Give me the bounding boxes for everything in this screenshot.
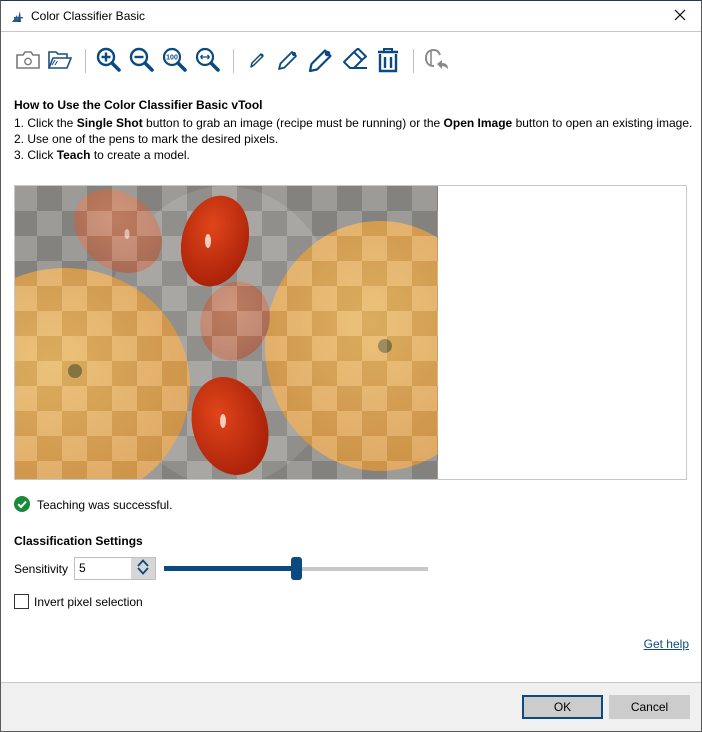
highlight [205, 234, 211, 248]
status-text: Teaching was successful. [37, 498, 173, 512]
pen-large-icon [308, 47, 334, 76]
slider-fill [164, 566, 296, 571]
teach-button[interactable] [422, 46, 452, 76]
delete-button[interactable] [373, 46, 403, 76]
pen-large-button[interactable] [306, 46, 336, 76]
slider-thumb[interactable] [291, 557, 302, 580]
open-image-button[interactable] [45, 46, 75, 76]
ok-button[interactable]: OK [522, 695, 603, 719]
highlight [220, 414, 226, 428]
zoom-100-button[interactable]: 100 [160, 46, 190, 76]
classified-image[interactable] [15, 186, 438, 479]
toolbar-separator [85, 49, 86, 73]
close-button[interactable] [665, 3, 695, 29]
sensitivity-stepper[interactable] [131, 558, 155, 579]
eraser-icon [341, 47, 369, 75]
pen-medium-button[interactable] [273, 46, 303, 76]
checkbox-box[interactable] [14, 594, 29, 609]
zoom-in-icon [96, 47, 122, 76]
status-message: Teaching was successful. [14, 495, 173, 515]
instruction-step: 1. Click the Single Shot button to grab … [14, 116, 693, 130]
toolbar-separator [233, 49, 234, 73]
classification-settings-title: Classification Settings [14, 534, 143, 548]
single-shot-button[interactable] [13, 46, 43, 76]
eraser-button[interactable] [340, 46, 370, 76]
pen-small-icon [246, 49, 268, 74]
dialog-window: Color Classifier Basic 100 How to Use th… [0, 0, 702, 732]
zoom-out-icon [129, 47, 155, 76]
dialog-footer: OK Cancel [1, 682, 701, 731]
zoom-100-icon: 100 [162, 47, 188, 76]
sensitivity-slider[interactable] [164, 557, 428, 581]
instructions: How to Use the Color Classifier Basic vT… [14, 97, 692, 163]
instructions-heading: How to Use the Color Classifier Basic vT… [14, 98, 263, 112]
invert-pixel-selection-label: Invert pixel selection [34, 594, 143, 609]
up-down-chevron-icon [136, 558, 150, 579]
image-viewer[interactable] [14, 185, 687, 480]
zoom-out-button[interactable] [127, 46, 157, 76]
cancel-button[interactable]: Cancel [609, 695, 690, 719]
instruction-step: 2. Use one of the pens to mark the desir… [14, 132, 279, 146]
instruction-step: 3. Click Teach to create a model. [14, 148, 190, 162]
invert-pixel-selection-checkbox[interactable]: Invert pixel selection [14, 594, 143, 609]
window-title: Color Classifier Basic [31, 9, 146, 23]
check-circle-icon [14, 495, 30, 515]
folder-open-icon [47, 49, 73, 74]
title-bar: Color Classifier Basic [1, 1, 701, 32]
sensitivity-input[interactable] [75, 558, 131, 579]
pen-medium-icon [276, 48, 300, 75]
sensitivity-label: Sensitivity [14, 562, 69, 576]
toolbar-separator [413, 49, 414, 73]
close-icon [674, 9, 686, 24]
pen-small-button[interactable] [242, 46, 272, 76]
vtool-icon [11, 9, 25, 23]
zoom-fit-width-icon [195, 47, 221, 76]
trash-icon [376, 47, 400, 76]
zoom-in-button[interactable] [94, 46, 124, 76]
teach-icon [423, 47, 451, 76]
get-help-link[interactable]: Get help [644, 637, 689, 651]
zoom-fit-button[interactable] [193, 46, 223, 76]
camera-icon [15, 50, 41, 73]
sensitivity-spinbox [74, 557, 156, 580]
svg-text:100: 100 [166, 54, 178, 61]
